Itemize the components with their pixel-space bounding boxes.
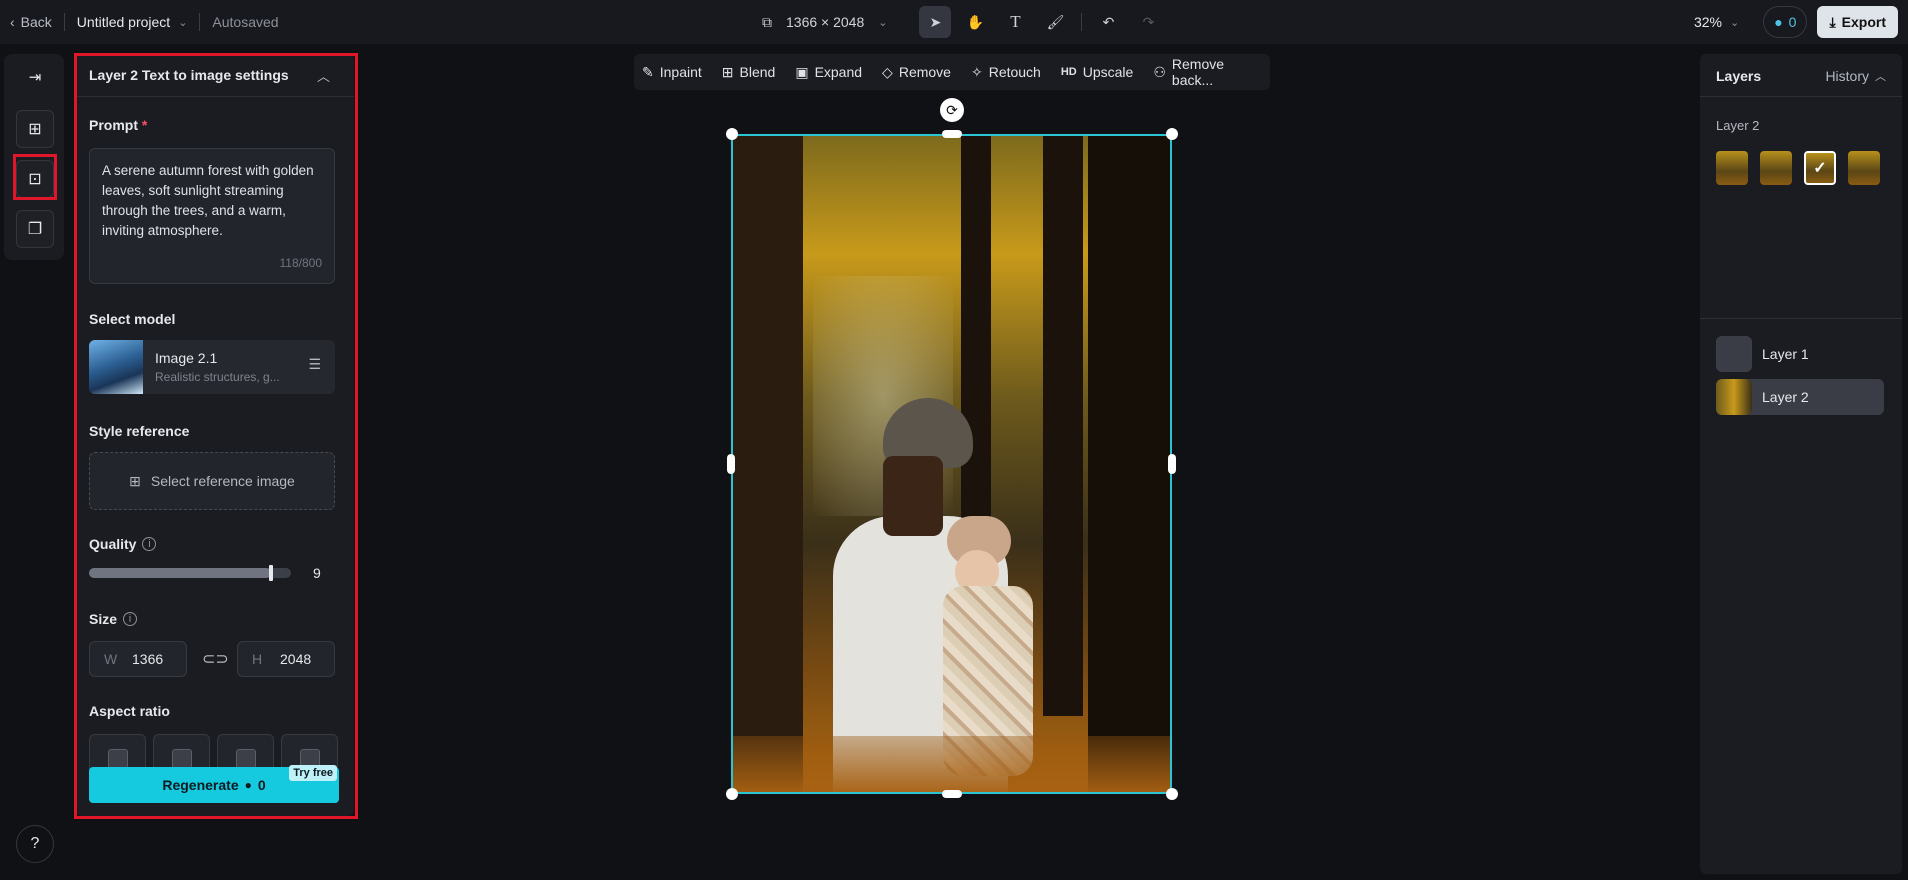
expand-icon: ▣ <box>795 63 809 80</box>
remove-background-button[interactable]: ⚇ Remove back... <box>1153 56 1262 88</box>
chevron-down-icon: ⌄ <box>1729 16 1740 29</box>
stack-icon: ❐ <box>27 221 43 238</box>
inpaint-icon: ✎ <box>642 63 654 80</box>
expand-right-icon: ⇥ <box>28 69 42 86</box>
person-hair <box>883 456 943 536</box>
chevron-down-icon: ⌄ <box>878 16 888 29</box>
collapse-panel-button[interactable]: ⇥ <box>22 64 48 90</box>
divider <box>1700 318 1902 319</box>
layer-thumbnail <box>1716 336 1752 372</box>
blend-icon: ⊞ <box>721 63 734 80</box>
credit-icon: ● <box>1774 14 1783 30</box>
resize-handle-right[interactable] <box>1168 454 1176 474</box>
chevron-up-icon: ︿ <box>1875 71 1886 83</box>
undo-button[interactable]: ↶ <box>1092 6 1124 38</box>
help-icon: ? <box>30 835 40 852</box>
layers-stack-button[interactable]: ❐ <box>16 210 54 248</box>
remove-button[interactable]: ◇ Remove <box>882 64 951 81</box>
text-icon: T <box>1010 12 1021 31</box>
brush-icon: 🖌 <box>1046 13 1065 30</box>
resize-handle-top-right[interactable] <box>1166 128 1178 140</box>
hand-tool-button[interactable]: ✋ <box>959 6 991 38</box>
tab-history[interactable]: History ︿ <box>1825 68 1886 84</box>
add-image-button[interactable]: ⊞ <box>16 110 54 148</box>
tab-layers[interactable]: Layers <box>1716 68 1761 84</box>
undo-icon: ↶ <box>1102 13 1115 30</box>
inpaint-button[interactable]: ✎ Inpaint <box>642 64 702 81</box>
resize-handle-top-left[interactable] <box>726 128 738 140</box>
tree-trunk <box>733 136 803 792</box>
leaf-ground <box>733 736 1170 792</box>
rotate-icon: ⟳ <box>946 101 958 118</box>
blend-button[interactable]: ⊞ Blend <box>722 64 776 81</box>
tree-trunk <box>1088 136 1170 792</box>
layer-item[interactable]: Layer 1 <box>1716 336 1884 372</box>
divider <box>1081 13 1083 31</box>
check-icon: ✓ <box>1813 160 1827 177</box>
canvas-action-toolbar: ✎ Inpaint ⊞ Blend ▣ Expand ◇ Remove ✧ Retouch… <box>634 54 1270 90</box>
divider <box>63 13 65 31</box>
image-add-icon: ⊞ <box>28 121 42 138</box>
divider <box>1700 96 1902 97</box>
download-icon: ⤓ <box>1829 13 1836 30</box>
person-cutout-icon: ⚇ <box>1153 63 1166 80</box>
variation-thumbnail-selected[interactable]: ✓ <box>1804 151 1836 185</box>
back-button[interactable]: ‹ Back <box>10 14 52 30</box>
highlight-settings-panel <box>74 53 358 819</box>
highlight-rail-button <box>13 154 57 200</box>
hand-icon: ✋ <box>966 13 985 30</box>
resize-handle-bottom-left[interactable] <box>726 788 738 800</box>
top-bar: ‹ Back Untitled project ⌄ Autosaved ⧉ 13… <box>0 0 1908 44</box>
autosave-status: Autosaved <box>212 14 279 30</box>
project-name-dropdown[interactable]: Untitled project ⌄ <box>77 14 188 30</box>
canvas-size-button[interactable]: ⧉ 1366 × 2048 ⌄ <box>758 6 891 38</box>
resize-handle-left[interactable] <box>727 454 735 474</box>
help-button[interactable]: ? <box>16 825 54 863</box>
resize-icon: ⧉ <box>762 13 772 30</box>
zoom-dropdown[interactable]: 32% ⌄ <box>1694 14 1739 30</box>
rotate-handle[interactable]: ⟳ <box>940 98 964 122</box>
expand-button[interactable]: ▣ Expand <box>795 64 862 81</box>
redo-icon: ↷ <box>1142 13 1155 30</box>
canvas-image[interactable] <box>731 134 1172 794</box>
chevron-left-icon: ‹ <box>10 14 15 30</box>
select-tool-button[interactable]: ➤ <box>919 6 952 38</box>
cursor-icon: ➤ <box>929 13 942 30</box>
resize-handle-bottom[interactable] <box>942 790 962 798</box>
tree-trunk <box>1043 136 1083 716</box>
brush-tool-button[interactable]: 🖌 <box>1039 6 1071 38</box>
variation-thumbnail[interactable] <box>1716 151 1748 185</box>
variation-group-label: Layer 2 <box>1716 118 1760 133</box>
chevron-down-icon: ⌄ <box>178 16 188 29</box>
resize-handle-bottom-right[interactable] <box>1166 788 1178 800</box>
divider <box>199 13 201 31</box>
layers-panel: Layers History ︿ Layer 2 ✓ Layer 1 Layer… <box>1700 54 1902 874</box>
layer-thumbnail <box>1716 379 1752 415</box>
layer-item-selected[interactable]: Layer 2 <box>1716 379 1884 415</box>
eraser-icon: ◇ <box>882 63 893 80</box>
variation-thumbnail[interactable] <box>1760 151 1792 185</box>
redo-button[interactable]: ↷ <box>1132 6 1164 38</box>
resize-handle-top[interactable] <box>942 130 962 138</box>
text-tool-button[interactable]: T <box>999 6 1031 38</box>
hd-icon: HD <box>1060 66 1077 78</box>
retouch-icon: ✧ <box>970 63 983 80</box>
forest-photo <box>733 136 1170 792</box>
retouch-button[interactable]: ✧ Retouch <box>971 64 1041 81</box>
credits-badge[interactable]: ● 0 <box>1763 6 1808 38</box>
export-button[interactable]: ⤓ Export <box>1817 6 1898 38</box>
variation-thumbnail[interactable] <box>1848 151 1880 185</box>
upscale-button[interactable]: HD Upscale <box>1061 64 1133 80</box>
